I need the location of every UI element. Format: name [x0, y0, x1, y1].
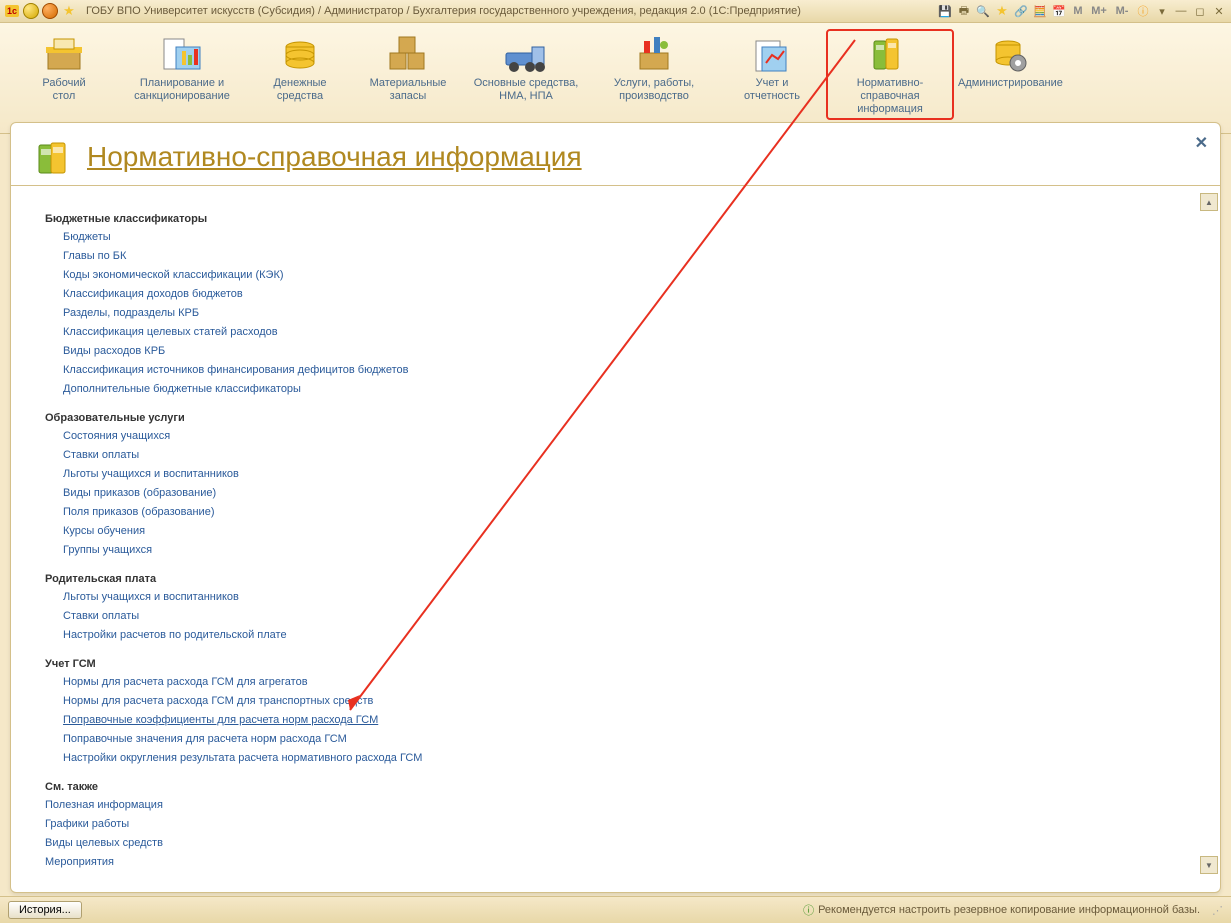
link-item[interactable]: Виды приказов (образование)	[63, 485, 1176, 502]
main-toolbar: Рабочийстол Планирование исанкционировани…	[0, 23, 1231, 134]
toolbar-materials[interactable]: Материальныезапасы	[354, 29, 462, 107]
link-item[interactable]: Поля приказов (образование)	[63, 504, 1176, 521]
link-item[interactable]: Поправочные значения для расчета норм ра…	[63, 731, 1176, 748]
link-item[interactable]: Поправочные коэффициенты для расчета нор…	[63, 712, 1176, 729]
services-icon	[630, 33, 678, 75]
content-header: Нормативно-справочная информация ✕	[11, 123, 1220, 186]
toolbar-services[interactable]: Услуги, работы,производство	[590, 29, 718, 107]
toolbar-label: Денежныесредства	[250, 77, 350, 103]
content-panel: Нормативно-справочная информация ✕ Бюдже…	[10, 122, 1221, 893]
m-button[interactable]: M	[1070, 3, 1086, 19]
status-text: Рекомендуется настроить резервное копиро…	[818, 904, 1200, 916]
link-item[interactable]: Классификация целевых статей расходов	[63, 324, 1176, 341]
toolbar-label: Рабочийстол	[14, 77, 114, 103]
money-icon	[276, 33, 324, 75]
link-item[interactable]: Настройки округления результата расчета …	[63, 750, 1176, 767]
window-title: ГОБУ ВПО Университет искусств (Субсидия)…	[86, 5, 801, 17]
mminus-button[interactable]: M-	[1112, 3, 1132, 19]
toolbar-label: Основные средства,НМА, НПА	[466, 77, 586, 103]
close-panel-icon[interactable]: ✕	[1195, 133, 1208, 153]
app-logo-icon: 1c	[4, 3, 20, 19]
link-icon[interactable]: 🔗	[1013, 3, 1029, 19]
link-item[interactable]: Мероприятия	[45, 854, 1176, 871]
titlebar: 1c ★ ГОБУ ВПО Университет искусств (Субс…	[0, 0, 1231, 23]
calc-icon[interactable]: 🧮	[1032, 3, 1048, 19]
info-icon[interactable]: ⓘ	[1135, 3, 1151, 19]
link-item[interactable]: Графики работы	[45, 816, 1176, 833]
minimize-icon[interactable]: —	[1173, 3, 1189, 19]
desktop-icon	[40, 33, 88, 75]
section-title: Учет ГСМ	[45, 658, 1176, 670]
link-item[interactable]: Классификация доходов бюджетов	[63, 286, 1176, 303]
link-item[interactable]: Состояния учащихся	[63, 428, 1176, 445]
toolbar-reference[interactable]: Нормативно-справочнаяинформация	[826, 29, 954, 120]
link-item[interactable]: Ставки оплаты	[63, 608, 1176, 625]
page-title: Нормативно-справочная информация	[87, 141, 582, 173]
link-item[interactable]: Дополнительные бюджетные классификаторы	[63, 381, 1176, 398]
save-icon[interactable]: 💾	[937, 3, 953, 19]
admin-icon	[984, 33, 1032, 75]
toolbar-money[interactable]: Денежныесредства	[246, 29, 354, 107]
link-item[interactable]: Настройки расчетов по родительской плате	[63, 627, 1176, 644]
toolbar-assets[interactable]: Основные средства,НМА, НПА	[462, 29, 590, 107]
statusbar: История... ⓘ Рекомендуется настроить рез…	[0, 896, 1231, 923]
section-title: Бюджетные классификаторы	[45, 213, 1176, 225]
scroll-down-icon[interactable]: ▼	[1200, 856, 1218, 874]
link-item[interactable]: Виды расходов КРБ	[63, 343, 1176, 360]
toolbar-desktop[interactable]: Рабочийстол	[10, 29, 118, 107]
link-item[interactable]: Курсы обучения	[63, 523, 1176, 540]
close-icon[interactable]: ✕	[1211, 3, 1227, 19]
link-item[interactable]: Классификация источников финансирования …	[63, 362, 1176, 379]
link-item[interactable]: Льготы учащихся и воспитанников	[63, 589, 1176, 606]
info-small-icon: ⓘ	[803, 902, 814, 918]
status-message: ⓘ Рекомендуется настроить резервное копи…	[803, 902, 1223, 918]
toolbar-label: Администрирование	[958, 77, 1058, 90]
toolbar-planning[interactable]: Планирование исанкционирование	[118, 29, 246, 107]
print-icon[interactable]: 🖶	[956, 3, 972, 19]
history-button[interactable]: История...	[8, 901, 82, 919]
toolbar-reports[interactable]: Учет иотчетность	[718, 29, 826, 107]
toolbar-label: Материальныезапасы	[358, 77, 458, 103]
link-item[interactable]: Группы учащихся	[63, 542, 1176, 559]
folders-icon	[35, 137, 75, 177]
scrollbar[interactable]: ▲ ▼	[1200, 193, 1216, 874]
mplus-button[interactable]: M+	[1089, 3, 1109, 19]
link-item[interactable]: Нормы для расчета расхода ГСМ для агрега…	[63, 674, 1176, 691]
link-item[interactable]: Ставки оплаты	[63, 447, 1176, 464]
toolbar-label: Планирование исанкционирование	[122, 77, 242, 103]
link-item[interactable]: Коды экономической классификации (КЭК)	[63, 267, 1176, 284]
planning-icon	[158, 33, 206, 75]
materials-icon	[384, 33, 432, 75]
link-item[interactable]: Льготы учащихся и воспитанников	[63, 466, 1176, 483]
section-title: Родительская плата	[45, 573, 1176, 585]
forward-icon[interactable]	[42, 3, 58, 19]
assets-icon	[502, 33, 550, 75]
maximize-icon[interactable]: ◻	[1192, 3, 1208, 19]
section-title: Образовательные услуги	[45, 412, 1176, 424]
favorite-icon[interactable]: ★	[61, 3, 77, 19]
back-icon[interactable]	[23, 3, 39, 19]
section-title: См. также	[45, 781, 1176, 793]
toolbar-label: Учет иотчетность	[722, 77, 822, 103]
reference-icon	[866, 33, 914, 75]
toolbar-admin[interactable]: Администрирование	[954, 29, 1062, 94]
link-item[interactable]: Полезная информация	[45, 797, 1176, 814]
link-item[interactable]: Бюджеты	[63, 229, 1176, 246]
link-item[interactable]: Разделы, подразделы КРБ	[63, 305, 1176, 322]
star-icon[interactable]: ★	[994, 3, 1010, 19]
calendar-icon[interactable]: 📅	[1051, 3, 1067, 19]
toolbar-label: Услуги, работы,производство	[594, 77, 714, 103]
scroll-up-icon[interactable]: ▲	[1200, 193, 1218, 211]
content-body: Бюджетные классификаторы Бюджеты Главы по …	[25, 189, 1196, 878]
link-item[interactable]: Нормы для расчета расхода ГСМ для трансп…	[63, 693, 1176, 710]
link-item[interactable]: Главы по БК	[63, 248, 1176, 265]
toolbar-label: Нормативно-справочнаяинформация	[830, 77, 950, 116]
dropdown-icon[interactable]: ▾	[1154, 3, 1170, 19]
link-item[interactable]: Виды целевых средств	[45, 835, 1176, 852]
preview-icon[interactable]: 🔍	[975, 3, 991, 19]
resize-grip-icon[interactable]: ⋰	[1212, 904, 1223, 917]
reports-icon	[748, 33, 796, 75]
